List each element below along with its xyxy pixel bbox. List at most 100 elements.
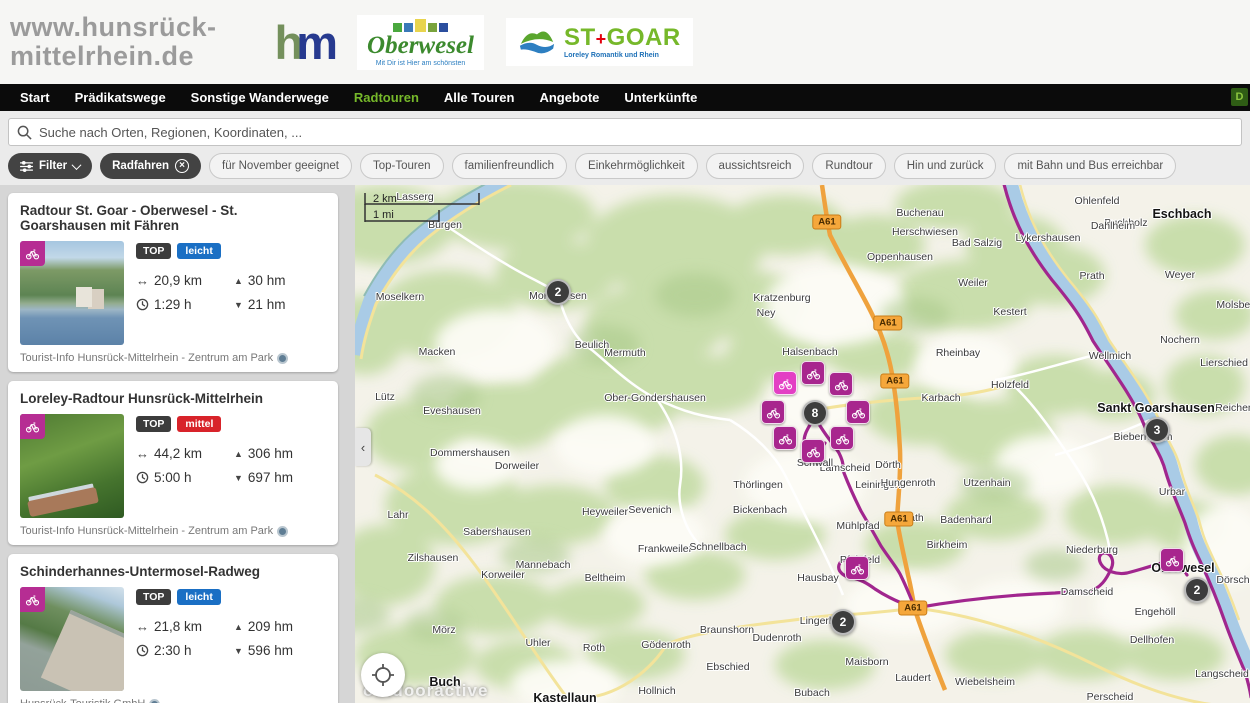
top-badge: TOP [136,243,171,259]
tour-descent: ▼21 hm [234,297,326,312]
collapse-panel-button[interactable]: ‹ [355,428,371,466]
bicycle-icon [778,431,793,446]
map-cluster-marker[interactable]: 2 [545,279,571,305]
cycling-badge-icon [20,587,45,612]
verified-icon [277,526,288,537]
stgoar-hill-wave-icon [518,23,556,61]
cycling-badge-icon [20,414,45,439]
tour-title: Loreley-Radtour Hunsrück-Mittelrhein [20,391,326,406]
stgoar-tagline: Loreley Romantik und Rhein [564,52,659,59]
tour-thumbnail [20,241,124,345]
nav-item-sonstige-wanderwege[interactable]: Sonstige Wanderwege [191,90,329,105]
filter-button[interactable]: Filter [8,153,92,179]
oberwesel-logo-text: Oberwesel [367,33,474,58]
active-filter-chip-radfahren[interactable]: Radfahren × [100,153,201,179]
filter-chip[interactable]: Top-Touren [360,153,444,179]
nav-item-prädikatswege[interactable]: Prädikatswege [75,90,166,105]
highway-badge: A61 [880,374,909,389]
filter-chip[interactable]: familienfreundlich [452,153,568,179]
tour-ascent: ▲30 hm [234,273,326,288]
bike-tour-marker[interactable] [845,556,869,580]
highway-badge: A61 [898,601,927,616]
bicycle-icon [806,366,821,381]
locate-button[interactable] [361,653,405,697]
bicycle-icon [850,561,865,576]
bicycle-icon [834,377,849,392]
filter-chip-row: Filter Radfahren × für November geeignet… [8,153,1176,179]
oberwesel-tagline: Mit Dir ist Hier am schönsten [376,60,465,67]
tour-card[interactable]: Loreley-Radtour Hunsrück-MittelrheinTOPm… [8,381,338,545]
filter-button-label: Filter [39,160,67,172]
map[interactable]: LassergBurgenMoselkernMorshausenOppenhau… [355,185,1250,703]
bicycle-icon [25,246,40,261]
nav-item-alle-touren[interactable]: Alle Touren [444,90,515,105]
site-title-line1: www.hunsrück- [10,13,217,42]
highway-badge: A61 [884,512,913,527]
tour-descent: ▼697 hm [234,470,326,485]
map-cluster-marker[interactable]: 2 [830,609,856,635]
language-button[interactable]: D [1231,88,1248,106]
difficulty-badge: leicht [177,589,220,605]
search-icon [17,125,32,140]
filter-chip[interactable]: für November geeignet [209,153,352,179]
nav-item-unterkünfte[interactable]: Unterkünfte [624,90,697,105]
highway-badge: A61 [873,316,902,331]
filter-chip[interactable]: Hin und zurück [894,153,997,179]
tour-thumbnail [20,587,124,691]
search-bar[interactable] [8,118,1242,146]
clock-icon [136,471,149,484]
difficulty-badge: mittel [177,416,221,432]
map-cluster-marker[interactable]: 2 [1184,577,1210,603]
filter-chip[interactable]: Einkehrmöglichkeit [575,153,698,179]
bike-tour-marker[interactable] [1160,548,1184,572]
highway-badge: A61 [812,215,841,230]
oberwesel-squares-icon [393,19,448,32]
site-title-line2: mittelrhein.de [10,42,217,71]
bike-tour-marker[interactable] [761,400,785,424]
search-input[interactable] [39,125,1233,140]
cycling-badge-icon [20,241,45,266]
bike-tour-marker[interactable] [829,372,853,396]
bike-tour-marker[interactable] [773,371,797,395]
verified-icon [149,699,160,703]
bicycle-icon [806,444,821,459]
map-cluster-marker[interactable]: 8 [802,400,828,426]
tour-distance: ↔20,9 km [136,273,234,288]
bicycle-icon [25,419,40,434]
bike-tour-marker[interactable] [846,400,870,424]
bike-tour-marker[interactable] [801,361,825,385]
tour-card[interactable]: Radtour St. Goar - Oberwesel - St. Goars… [8,193,338,372]
tour-distance: ↔21,8 km [136,619,234,634]
filter-chip[interactable]: mit Bahn und Bus erreichbar [1004,153,1176,179]
tour-thumbnail [20,414,124,518]
clock-icon [136,644,149,657]
tour-card[interactable]: Schinderhannes-Untermosel-RadwegTOPleich… [8,554,338,703]
bicycle-icon [851,405,866,420]
stgoar-logo: ST+GOAR Loreley Romantik und Rhein [506,18,693,66]
filter-chip[interactable]: aussichtsreich [706,153,805,179]
active-filter-label: Radfahren [112,160,169,172]
tour-source: Tourist-Info Hunsrück-Mittelrhein - Zent… [20,352,326,364]
bike-tour-marker[interactable] [773,426,797,450]
main-nav: Start Prädikatswege Sonstige Wanderwege Rad… [0,84,1250,111]
verified-icon [277,353,288,364]
nav-item-radtouren[interactable]: Radtouren [354,90,419,105]
site-title: www.hunsrück- mittelrhein.de [10,13,217,70]
nav-item-angebote[interactable]: Angebote [539,90,599,105]
tour-list-panel[interactable]: Radtour St. Goar - Oberwesel - St. Goars… [0,185,355,703]
bike-tour-marker[interactable] [801,439,825,463]
bicycle-icon [25,592,40,607]
filter-chip[interactable]: Rundtour [812,153,885,179]
site-header: www.hunsrück- mittelrhein.de hm Oberwese… [0,0,1250,84]
map-cluster-marker[interactable]: 3 [1144,417,1170,443]
tour-title: Schinderhannes-Untermosel-Radweg [20,564,326,579]
remove-filter-icon[interactable]: × [175,159,189,173]
chevron-down-icon [72,160,82,170]
tour-distance: ↔44,2 km [136,446,234,461]
tour-duration: 1:29 h [136,297,234,312]
bike-tour-marker[interactable] [830,426,854,450]
map-scale-bar: 2 km 1 mi [363,191,493,227]
tour-ascent: ▲209 hm [234,619,326,634]
tour-duration: 2:30 h [136,643,234,658]
nav-item-start[interactable]: Start [20,90,50,105]
